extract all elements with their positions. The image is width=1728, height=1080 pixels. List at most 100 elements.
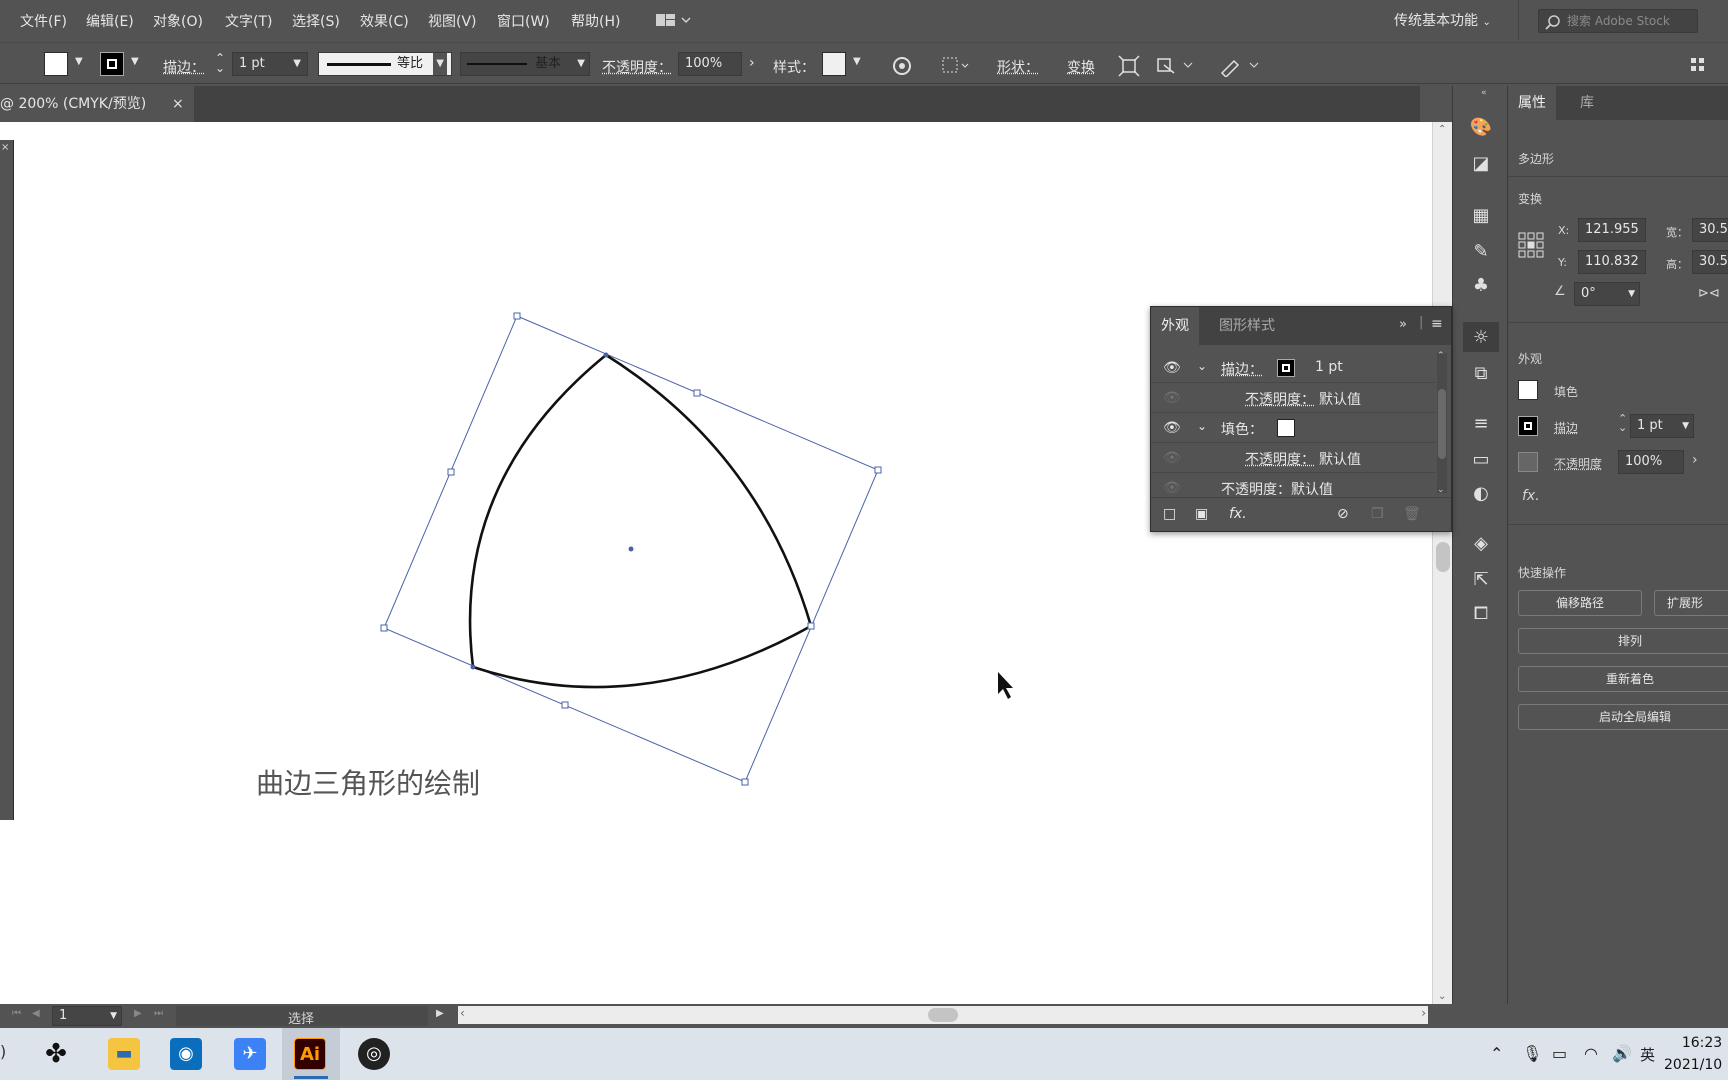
global-edit-button[interactable]: 启动全局编辑 (1518, 704, 1728, 730)
anchor-point[interactable] (471, 665, 476, 670)
wifi-icon[interactable]: ◠ (1584, 1044, 1598, 1063)
canvas-text-caption[interactable]: 曲边三角形的绘制 (256, 762, 480, 802)
stroke-swatch[interactable] (100, 52, 124, 76)
stock-search-input[interactable]: 搜索 Adobe Stock (1538, 9, 1698, 33)
obs-app-icon[interactable]: ◎ (358, 1038, 390, 1070)
opacity-icon[interactable] (1518, 452, 1538, 472)
chevron-right-icon[interactable]: › (1421, 1006, 1426, 1020)
scrollbar-thumb[interactable] (1438, 389, 1446, 459)
recolor-button[interactable]: 重新着色 (1518, 666, 1728, 692)
scrollbar-thumb[interactable] (928, 1008, 958, 1022)
illustrator-app-icon[interactable]: Ai (294, 1038, 326, 1070)
battery-icon[interactable]: ▭ (1552, 1044, 1567, 1063)
menu-effect[interactable]: 效果(C) (360, 11, 409, 31)
layers-icon[interactable]: ◈ (1469, 532, 1493, 556)
bbox-handle[interactable] (381, 625, 387, 631)
appearance-scrollbar[interactable]: ⌃ ⌄ (1437, 353, 1447, 493)
opacity-field[interactable]: 100% (1618, 450, 1684, 474)
brushes-icon[interactable]: ✎ (1469, 240, 1493, 264)
opacity-label[interactable]: 不透明度 (1554, 455, 1602, 472)
align-button[interactable] (942, 56, 972, 76)
chevron-left-icon[interactable]: ‹ (460, 1006, 465, 1020)
opacity-field[interactable]: 100% (678, 52, 742, 76)
dingtalk-app-icon[interactable]: ✈ (234, 1038, 266, 1070)
y-field[interactable]: 110.832 (1578, 250, 1646, 274)
pinwheel-app-icon[interactable]: ✤ (40, 1038, 72, 1070)
bbox-handle[interactable] (875, 467, 881, 473)
bbox-handle[interactable] (514, 313, 520, 319)
recolor-artwork-button[interactable] (892, 56, 912, 76)
menu-select[interactable]: 选择(S) (292, 11, 340, 31)
add-stroke-icon[interactable]: □ (1163, 506, 1176, 522)
menu-window[interactable]: 窗口(W) (497, 11, 550, 31)
scrollbar-thumb[interactable] (1436, 542, 1450, 572)
fill-label[interactable]: 填色： (1221, 419, 1263, 439)
stroke-lines-icon[interactable]: ≡ (1469, 412, 1493, 436)
chevron-right-icon[interactable]: › (749, 55, 755, 71)
chevron-down-icon[interactable]: ⌄ (1197, 359, 1207, 373)
close-icon[interactable]: × (172, 86, 184, 122)
curved-triangle-shape[interactable] (470, 355, 811, 687)
visibility-eye-icon[interactable]: 👁 (1163, 480, 1181, 495)
add-effect-icon[interactable]: fx. (1229, 506, 1247, 522)
visibility-eye-icon[interactable]: 👁 (1163, 420, 1181, 436)
expand-shape-button[interactable]: 扩展形 (1654, 590, 1728, 616)
dell-app-icon[interactable]: ◉ (170, 1038, 202, 1070)
menu-object[interactable]: 对象(O) (153, 11, 203, 31)
brush-definition-select[interactable]: 基本 ▼ (460, 52, 590, 76)
bbox-handle[interactable] (742, 779, 748, 785)
chevron-down-icon[interactable]: ⌄ (1437, 485, 1445, 495)
stroke-label[interactable]: 描边： (1221, 359, 1263, 379)
ime-indicator[interactable]: 英 (1640, 1044, 1655, 1065)
fill-opacity-row[interactable]: 👁 不透明度： 默认值 (1151, 443, 1435, 473)
stroke-attribute-row[interactable]: 👁 ⌄ 描边： 1 pt (1151, 353, 1435, 383)
chevron-right-icon[interactable]: › (1692, 452, 1698, 468)
arrange-documents-button[interactable] (654, 10, 694, 30)
artboard-number-field[interactable]: 1 ▼ (52, 1006, 122, 1026)
next-page-icon[interactable]: ▶ (134, 1008, 142, 1019)
stepper-icon[interactable]: ⌃ ⌄ (215, 53, 225, 73)
shape-label[interactable]: 形状： (997, 57, 1039, 77)
artboards-icon[interactable]: ⧠ (1469, 602, 1493, 626)
variable-width-profile-select[interactable]: 等比 ▼ (318, 52, 452, 76)
chevron-down-icon[interactable]: ▼ (75, 56, 83, 67)
menu-file[interactable]: 文件(F) (20, 11, 67, 31)
transparency-icon[interactable]: ◐ (1469, 482, 1493, 506)
visibility-eye-icon[interactable]: 👁 (1163, 360, 1181, 376)
add-fill-icon[interactable]: ▣ (1195, 506, 1208, 522)
panel-menu-icon[interactable]: ≡ (1431, 316, 1443, 332)
color-palette-icon[interactable]: 🎨 (1469, 116, 1493, 140)
width-field[interactable]: 30.5 (1692, 218, 1728, 242)
workspace-switcher[interactable]: 传统基本功能 ⌄ (1394, 10, 1491, 30)
bbox-handle[interactable] (808, 623, 814, 629)
export-icon[interactable]: ⇱ (1469, 568, 1493, 592)
anchor-point[interactable] (604, 353, 609, 358)
fx-button[interactable]: fx. (1522, 488, 1540, 504)
fill-swatch[interactable] (44, 52, 68, 76)
tools-panel-edge[interactable]: × (0, 140, 14, 820)
visibility-eye-icon[interactable]: 👁 (1163, 450, 1181, 466)
menu-edit[interactable]: 编辑(E) (86, 11, 134, 31)
gradient-icon[interactable]: ▭ (1469, 448, 1493, 472)
tab-properties[interactable]: 属性 (1508, 86, 1556, 120)
vertical-scrollbar[interactable]: ⌃ ⌄ (1432, 122, 1452, 1004)
document-tab[interactable]: @ 200% (CMYK/预览) × (0, 86, 194, 122)
volume-icon[interactable]: 🔊 (1612, 1044, 1632, 1063)
stroke-swatch[interactable] (1277, 359, 1295, 377)
expand-icon[interactable]: » (1399, 317, 1407, 332)
chevron-up-icon[interactable]: ⌃ (1437, 351, 1445, 361)
symbols-icon[interactable]: ♣ (1469, 274, 1493, 298)
horizontal-scrollbar[interactable]: ‹ › (458, 1006, 1428, 1024)
status-menu-icon[interactable]: ▶ (436, 1008, 444, 1019)
tab-libraries[interactable]: 库 (1570, 86, 1604, 120)
menu-help[interactable]: 帮助(H) (571, 11, 620, 31)
fill-swatch[interactable] (1277, 419, 1295, 437)
microphone-icon[interactable]: 🎙 (1522, 1044, 1542, 1063)
opacity-label[interactable]: 不透明度： (602, 57, 672, 77)
bbox-handle[interactable] (448, 469, 454, 475)
stroke-opacity-row[interactable]: 👁 不透明度： 默认值 (1151, 383, 1435, 413)
arrange-button[interactable]: 排列 (1518, 628, 1728, 654)
chevron-down-icon[interactable]: ⌄ (1438, 991, 1446, 1002)
bbox-handle[interactable] (562, 702, 568, 708)
chevron-down-icon[interactable]: ▼ (131, 56, 139, 67)
